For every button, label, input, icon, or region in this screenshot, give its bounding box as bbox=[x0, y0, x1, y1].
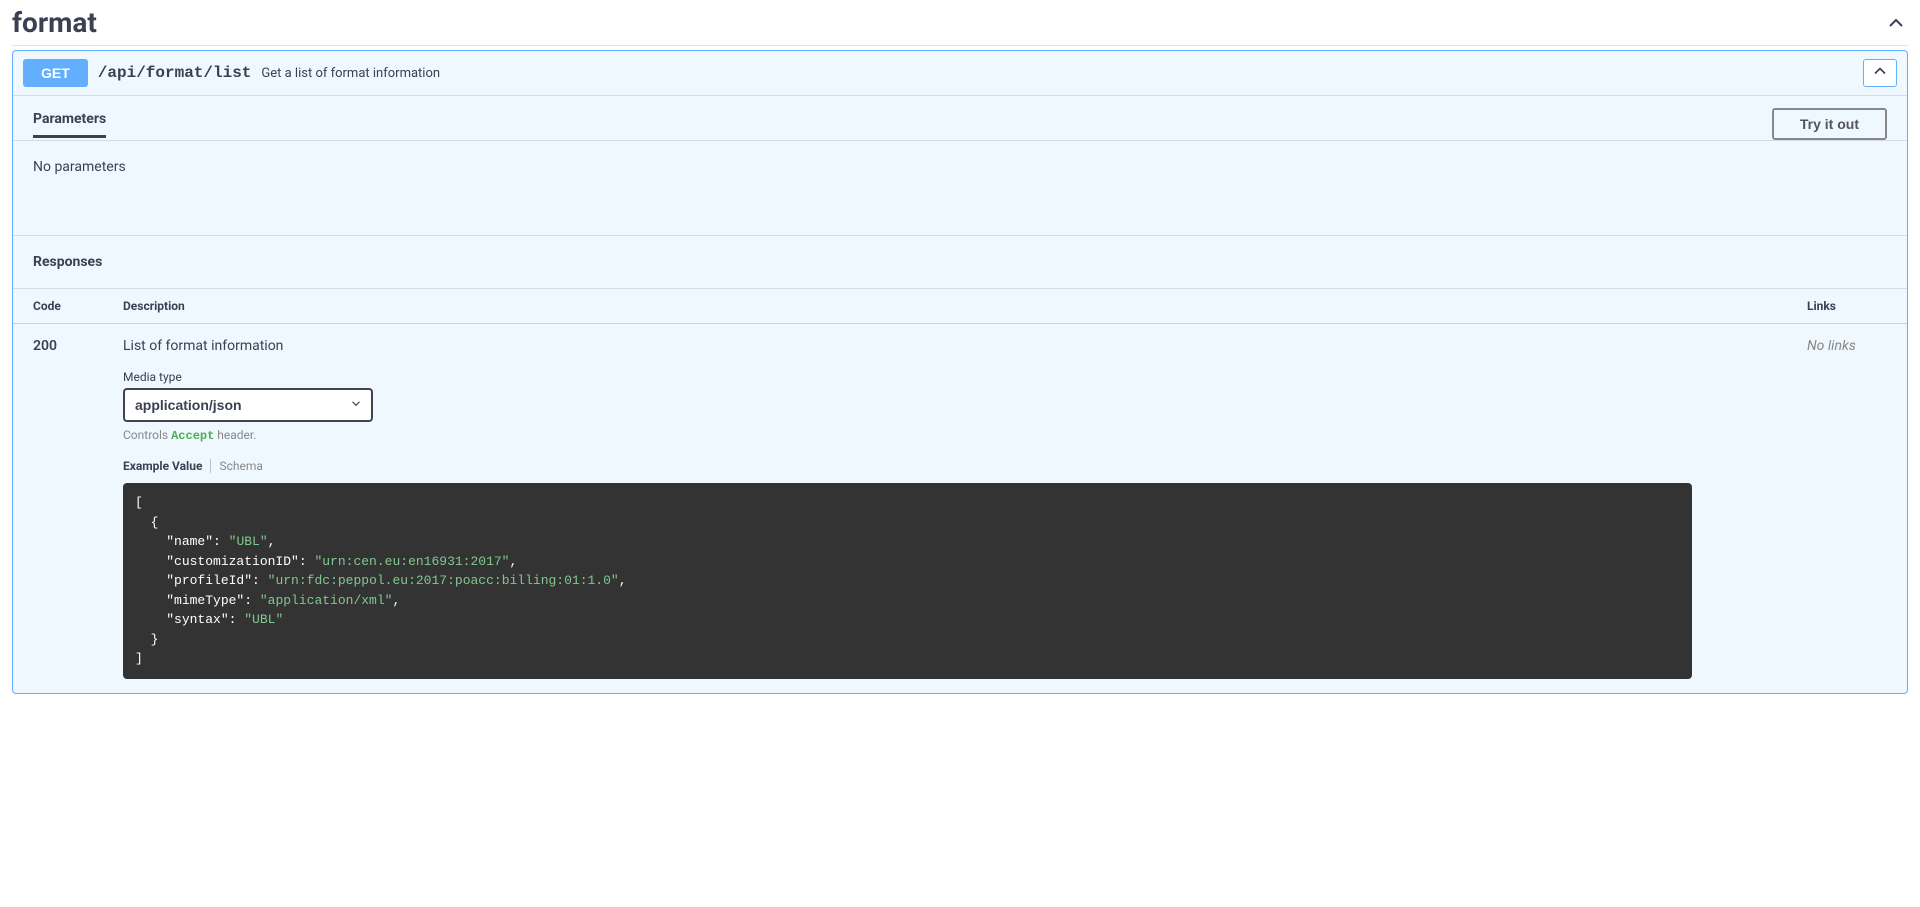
endpoint-path: /api/format/list bbox=[98, 64, 252, 82]
response-links: No links bbox=[1807, 338, 1887, 679]
controls-suffix: header. bbox=[214, 428, 256, 442]
media-type-label: Media type bbox=[123, 370, 1807, 384]
divider bbox=[12, 45, 1908, 46]
header-code: Code bbox=[33, 299, 123, 313]
controls-accept: Accept bbox=[171, 429, 214, 443]
controls-prefix: Controls bbox=[123, 428, 171, 442]
section-header[interactable]: format bbox=[12, 0, 1908, 45]
response-description-col: List of format information Media type ap… bbox=[123, 338, 1807, 679]
parameters-section: Parameters Try it out bbox=[13, 96, 1907, 140]
tab-schema[interactable]: Schema bbox=[211, 459, 262, 473]
header-links: Links bbox=[1807, 299, 1887, 313]
parameters-header: Parameters Try it out bbox=[33, 108, 1887, 140]
example-code-block: [ { "name": "UBL", "customizationID": "u… bbox=[123, 483, 1692, 679]
method-badge: GET bbox=[23, 59, 88, 87]
chevron-up-icon bbox=[1870, 61, 1890, 85]
parameters-body: No parameters bbox=[13, 141, 1907, 235]
collapse-button[interactable] bbox=[1863, 59, 1897, 87]
endpoint-block: GET /api/format/list Get a list of forma… bbox=[12, 50, 1908, 694]
controls-hint: Controls Accept header. bbox=[123, 428, 1807, 443]
endpoint-header[interactable]: GET /api/format/list Get a list of forma… bbox=[13, 51, 1907, 95]
media-type-select-wrap: application/json bbox=[123, 388, 373, 422]
response-description: List of format information bbox=[123, 338, 1807, 354]
section-title: format bbox=[12, 6, 97, 39]
response-code: 200 bbox=[33, 338, 123, 679]
chevron-up-icon[interactable] bbox=[1884, 11, 1908, 35]
header-description: Description bbox=[123, 299, 1807, 313]
responses-title: Responses bbox=[33, 254, 1887, 270]
responses-section: Responses bbox=[13, 236, 1907, 288]
example-schema-tabs: Example Value Schema bbox=[123, 459, 1807, 473]
endpoint-summary: Get a list of format information bbox=[261, 66, 440, 81]
endpoint-header-left: GET /api/format/list Get a list of forma… bbox=[23, 59, 440, 87]
try-it-out-button[interactable]: Try it out bbox=[1772, 108, 1887, 140]
response-row: 200 List of format information Media typ… bbox=[13, 324, 1907, 693]
media-type-select[interactable]: application/json bbox=[123, 388, 373, 422]
parameters-tab[interactable]: Parameters bbox=[33, 111, 106, 138]
responses-table-header: Code Description Links bbox=[13, 289, 1907, 324]
tab-example-value[interactable]: Example Value bbox=[123, 459, 211, 473]
